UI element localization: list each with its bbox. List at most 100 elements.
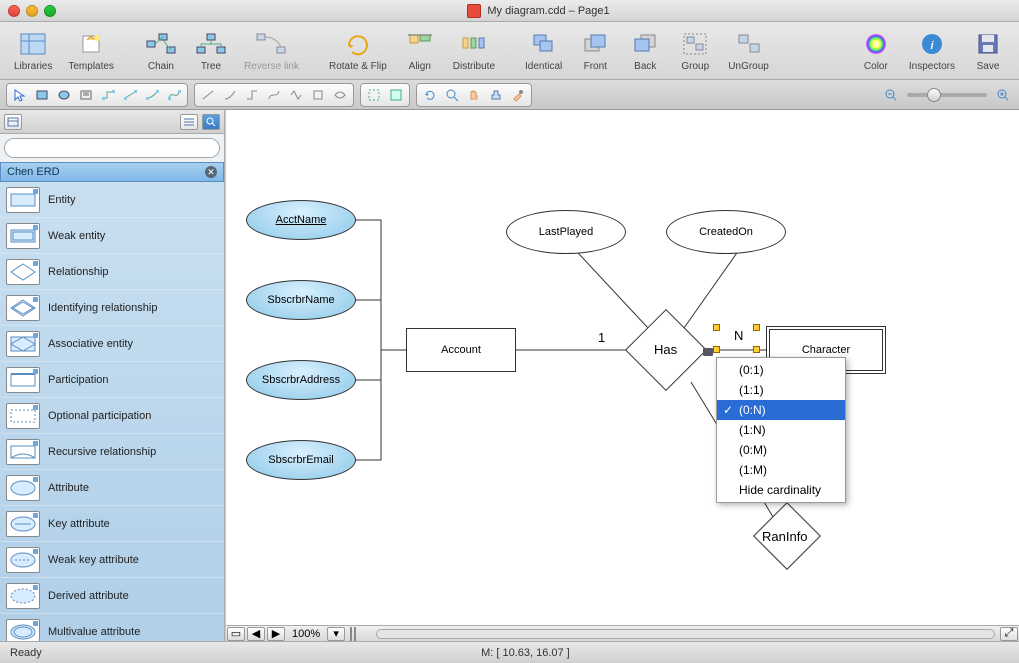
cardinality-menu: (0:1)(1:1)(0:N)(1:N)(0:M)(1:M)Hide cardi… bbox=[716, 357, 846, 503]
canvas[interactable]: AcctName SbscrbrName SbscrbrAddress Sbsc… bbox=[225, 110, 1019, 641]
connector-tool-1[interactable] bbox=[98, 86, 118, 104]
zoom-dropdown-icon[interactable]: ▾ bbox=[327, 627, 345, 641]
library-name: Chen ERD bbox=[7, 166, 60, 178]
close-window-button[interactable] bbox=[8, 5, 20, 17]
connector-tool-4[interactable] bbox=[164, 86, 184, 104]
library-item[interactable]: Weak entity bbox=[0, 218, 224, 254]
inspectors-button[interactable]: iInspectors bbox=[903, 27, 961, 74]
back-button[interactable]: Back bbox=[622, 27, 668, 74]
library-item[interactable]: Recursive relationship bbox=[0, 434, 224, 470]
text-tool[interactable] bbox=[76, 86, 96, 104]
zoom-window-button[interactable] bbox=[44, 5, 56, 17]
line-tool-3[interactable] bbox=[242, 86, 262, 104]
library-item[interactable]: Attribute bbox=[0, 470, 224, 506]
entity-account[interactable]: Account bbox=[406, 328, 516, 372]
line-tool-6[interactable] bbox=[308, 86, 328, 104]
fit-page-icon[interactable]: ⤢ bbox=[1000, 627, 1018, 641]
line-tool-5[interactable] bbox=[286, 86, 306, 104]
zoom-in-button[interactable] bbox=[993, 86, 1013, 104]
connector-tool-2[interactable] bbox=[120, 86, 140, 104]
select-tool-2[interactable] bbox=[386, 86, 406, 104]
front-button[interactable]: Front bbox=[572, 27, 618, 74]
library-item[interactable]: Entity bbox=[0, 182, 224, 218]
attr-createdon[interactable]: CreatedOn bbox=[666, 210, 786, 254]
refresh-tool[interactable] bbox=[420, 86, 440, 104]
library-item-label: Multivalue attribute bbox=[48, 626, 140, 638]
menu-item[interactable]: (0:1) bbox=[717, 360, 845, 380]
menu-item[interactable]: (0:N) bbox=[717, 400, 845, 420]
zoom-slider[interactable] bbox=[907, 93, 987, 97]
library-item-label: Recursive relationship bbox=[48, 446, 156, 458]
tree-button[interactable]: Tree bbox=[188, 27, 234, 74]
minimize-window-button[interactable] bbox=[26, 5, 38, 17]
library-item[interactable]: Relationship bbox=[0, 254, 224, 290]
zoom-tool[interactable] bbox=[442, 86, 462, 104]
menu-item[interactable]: Hide cardinality bbox=[717, 480, 845, 500]
eyedrop-tool[interactable] bbox=[508, 86, 528, 104]
library-header[interactable]: Chen ERD ✕ bbox=[0, 162, 224, 182]
ungroup-button[interactable]: UnGroup bbox=[722, 27, 775, 74]
library-item[interactable]: Derived attribute bbox=[0, 578, 224, 614]
zoom-out-button[interactable] bbox=[881, 86, 901, 104]
library-item[interactable]: Optional participation bbox=[0, 398, 224, 434]
line-tool-4[interactable] bbox=[264, 86, 284, 104]
distribute-button[interactable]: Distribute bbox=[447, 27, 501, 74]
handle-ne[interactable] bbox=[753, 324, 760, 331]
library-item[interactable]: Associative entity bbox=[0, 326, 224, 362]
templates-button[interactable]: Templates bbox=[62, 27, 120, 74]
handle-nw[interactable] bbox=[713, 324, 720, 331]
pointer-tool[interactable] bbox=[10, 86, 30, 104]
sidebar-search-tab[interactable] bbox=[202, 114, 220, 130]
attr-sbscbremail[interactable]: SbscrbrEmail bbox=[246, 440, 356, 480]
horizontal-scrollbar[interactable]: ▭ ◀ ▶ 100% ▾ ⤢ bbox=[226, 625, 1019, 641]
library-item[interactable]: Multivalue attribute bbox=[0, 614, 224, 641]
attr-acctname[interactable]: AcctName bbox=[246, 200, 356, 240]
menu-item[interactable]: (0:M) bbox=[717, 440, 845, 460]
select-tool-1[interactable] bbox=[364, 86, 384, 104]
hand-tool[interactable] bbox=[464, 86, 484, 104]
connector-tool-3[interactable] bbox=[142, 86, 162, 104]
library-item[interactable]: Weak key attribute bbox=[0, 542, 224, 578]
status-left: Ready bbox=[10, 647, 42, 659]
attr-sbscbraddress[interactable]: SbscrbrAddress bbox=[246, 360, 356, 400]
library-item-label: Associative entity bbox=[48, 338, 133, 350]
menu-item[interactable]: (1:1) bbox=[717, 380, 845, 400]
handle-se[interactable] bbox=[753, 346, 760, 353]
handle-sw[interactable] bbox=[713, 346, 720, 353]
line-tool-1[interactable] bbox=[198, 86, 218, 104]
smart-tag-icon[interactable] bbox=[703, 348, 713, 356]
menu-item[interactable]: (1:N) bbox=[717, 420, 845, 440]
menu-item[interactable]: (1:M) bbox=[717, 460, 845, 480]
attr-lastplayed[interactable]: LastPlayed bbox=[506, 210, 626, 254]
zoom-value[interactable]: 100% bbox=[286, 628, 326, 640]
color-button[interactable]: Color bbox=[853, 27, 899, 74]
sidebar-view-1[interactable] bbox=[4, 114, 22, 130]
library-item-label: Participation bbox=[48, 374, 109, 386]
group-button[interactable]: Group bbox=[672, 27, 718, 74]
splitter-icon[interactable] bbox=[350, 627, 368, 641]
ellipse-tool[interactable] bbox=[54, 86, 74, 104]
attr-sbscbrname[interactable]: SbscrbrName bbox=[246, 280, 356, 320]
page-mode-icon[interactable]: ▭ bbox=[227, 627, 245, 641]
cardinality-n[interactable]: N bbox=[734, 328, 743, 343]
save-button[interactable]: Save bbox=[965, 27, 1011, 74]
stamp-tool[interactable] bbox=[486, 86, 506, 104]
rotate-flip-button[interactable]: Rotate & Flip bbox=[323, 27, 393, 74]
align-button[interactable]: Align bbox=[397, 27, 443, 74]
identical-button[interactable]: Identical bbox=[519, 27, 568, 74]
line-tool-2[interactable] bbox=[220, 86, 240, 104]
sidebar-view-2[interactable] bbox=[180, 114, 198, 130]
line-tool-7[interactable] bbox=[330, 86, 350, 104]
library-item[interactable]: Participation bbox=[0, 362, 224, 398]
chain-button[interactable]: Chain bbox=[138, 27, 184, 74]
libraries-button[interactable]: Libraries bbox=[8, 27, 58, 74]
library-search-input[interactable] bbox=[4, 138, 220, 158]
library-item[interactable]: Key attribute bbox=[0, 506, 224, 542]
cardinality-1[interactable]: 1 bbox=[598, 330, 605, 345]
reverse-link-button[interactable]: Reverse link bbox=[238, 27, 305, 74]
prev-page-button[interactable]: ◀ bbox=[247, 627, 265, 641]
library-item[interactable]: Identifying relationship bbox=[0, 290, 224, 326]
rect-tool[interactable] bbox=[32, 86, 52, 104]
close-library-icon[interactable]: ✕ bbox=[205, 166, 217, 178]
next-page-button[interactable]: ▶ bbox=[267, 627, 285, 641]
